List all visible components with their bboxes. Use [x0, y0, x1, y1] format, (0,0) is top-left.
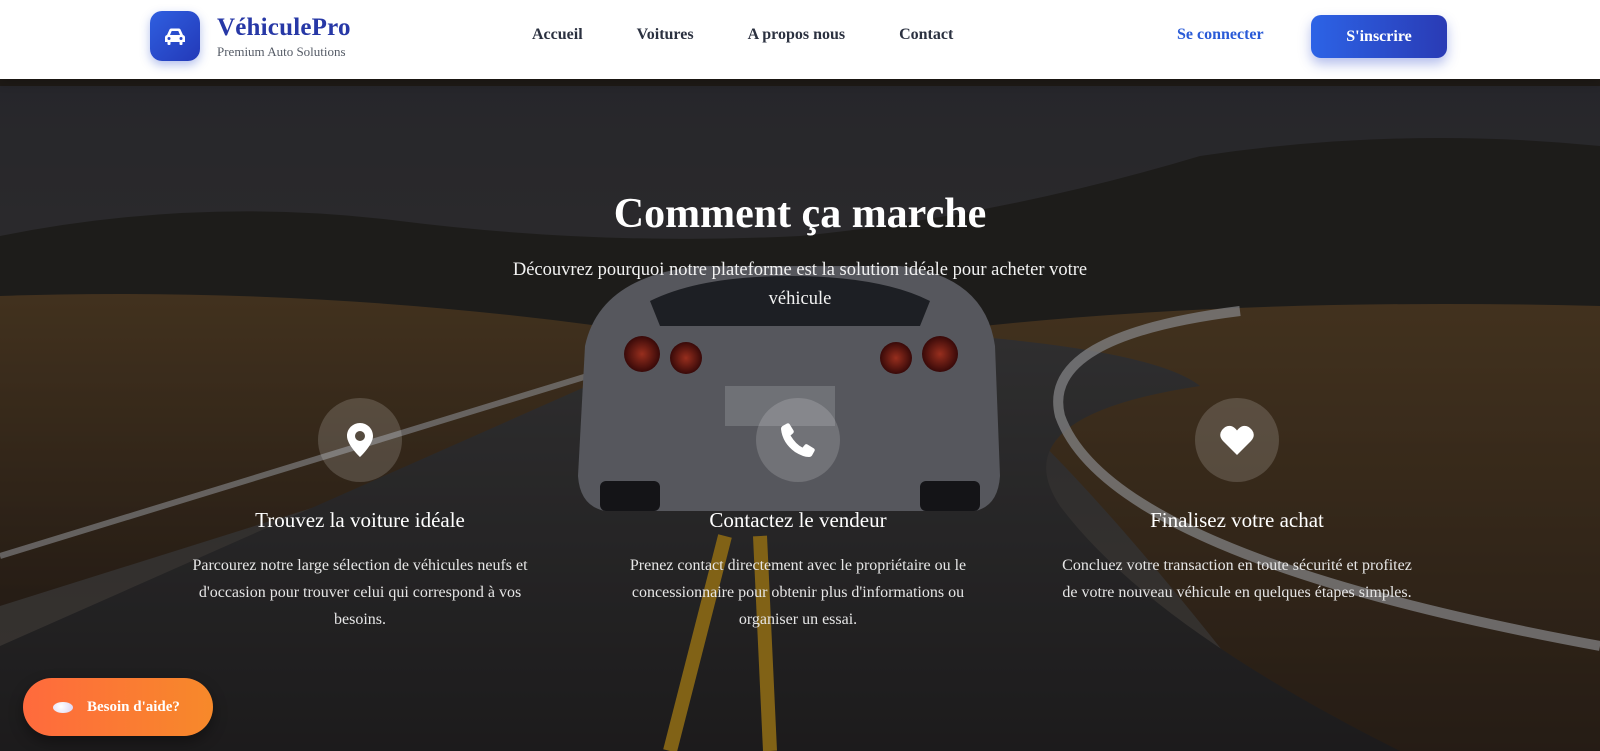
feature-icon-circle [756, 398, 840, 482]
feature-icon-circle [1195, 398, 1279, 482]
brand-name[interactable]: VéhiculePro [217, 14, 351, 42]
feature-text: Prenez contact directement avec le propr… [629, 557, 967, 628]
how-it-works-section: Comment ça marche Découvrez pourquoi not… [0, 86, 1600, 751]
nav-item-accueil[interactable]: Accueil [532, 26, 583, 44]
help-label: Besoin d'aide? [87, 698, 180, 715]
nav-item-voitures[interactable]: Voitures [637, 26, 694, 44]
feature-text: Concluez votre transaction en toute sécu… [1062, 557, 1412, 601]
feature-find-car: Trouvez la voiture idéale Parcourez notr… [170, 398, 550, 633]
brand-tagline: Premium Auto Solutions [217, 44, 346, 59]
car-icon [165, 28, 185, 45]
feature-title: Finalisez votre achat [1150, 508, 1324, 532]
heart-icon [1220, 425, 1254, 455]
section-title: Comment ça marche [613, 191, 987, 237]
site-header: VéhiculePro Premium Auto Solutions Accue… [0, 0, 1600, 79]
logo-badge[interactable] [150, 11, 200, 61]
feature-finalize-purchase: Finalisez votre achat Concluez votre tra… [1047, 398, 1427, 606]
nav-item-a-propos[interactable]: A propos nous [748, 26, 846, 44]
feature-title: Contactez le vendeur [709, 508, 887, 532]
feature-title: Trouvez la voiture idéale [255, 508, 465, 532]
feature-contact-seller: Contactez le vendeur Prenez contact dire… [608, 398, 988, 633]
feature-text: Parcourez notre large sélection de véhic… [192, 557, 528, 628]
chat-bubble-icon [53, 701, 73, 713]
nav-item-contact[interactable]: Contact [899, 26, 953, 44]
signup-button[interactable]: S'inscrire [1311, 15, 1447, 58]
main-nav: Accueil Voitures A propos nous Contact [532, 26, 1007, 44]
login-link[interactable]: Se connecter [1177, 26, 1264, 44]
section-subtitle: Découvrez pourquoi notre plateforme est … [512, 260, 1088, 309]
phone-icon [781, 423, 815, 457]
map-pin-icon [347, 423, 373, 457]
feature-icon-circle [318, 398, 402, 482]
help-button[interactable]: Besoin d'aide? [23, 678, 213, 736]
